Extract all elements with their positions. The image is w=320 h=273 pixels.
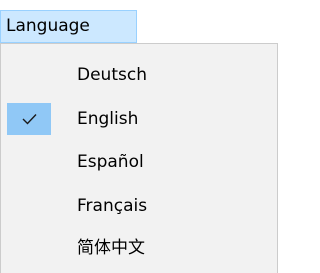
- menu-item-francais[interactable]: Français: [4, 184, 276, 228]
- menu-item-espanol[interactable]: Español: [4, 140, 276, 184]
- language-menu-button[interactable]: Language: [0, 10, 137, 43]
- language-dropdown-menu: Deutsch English Español Français 简体中文: [0, 43, 278, 273]
- language-menu-label: Language: [6, 16, 90, 36]
- menu-item-label: English: [77, 109, 139, 129]
- checkmark-icon: [22, 114, 37, 125]
- menu-bar: Language: [0, 0, 278, 44]
- menu-item-label: Español: [77, 152, 144, 172]
- checked-indicator: [7, 103, 51, 135]
- menu-item-simplified-chinese[interactable]: 简体中文: [4, 226, 276, 270]
- menu-item-deutsch[interactable]: Deutsch: [4, 53, 276, 97]
- menu-item-label: 简体中文: [77, 238, 145, 258]
- menu-item-label: Deutsch: [77, 65, 147, 85]
- menu-item-english[interactable]: English: [4, 97, 276, 141]
- menu-item-label: Français: [77, 196, 148, 216]
